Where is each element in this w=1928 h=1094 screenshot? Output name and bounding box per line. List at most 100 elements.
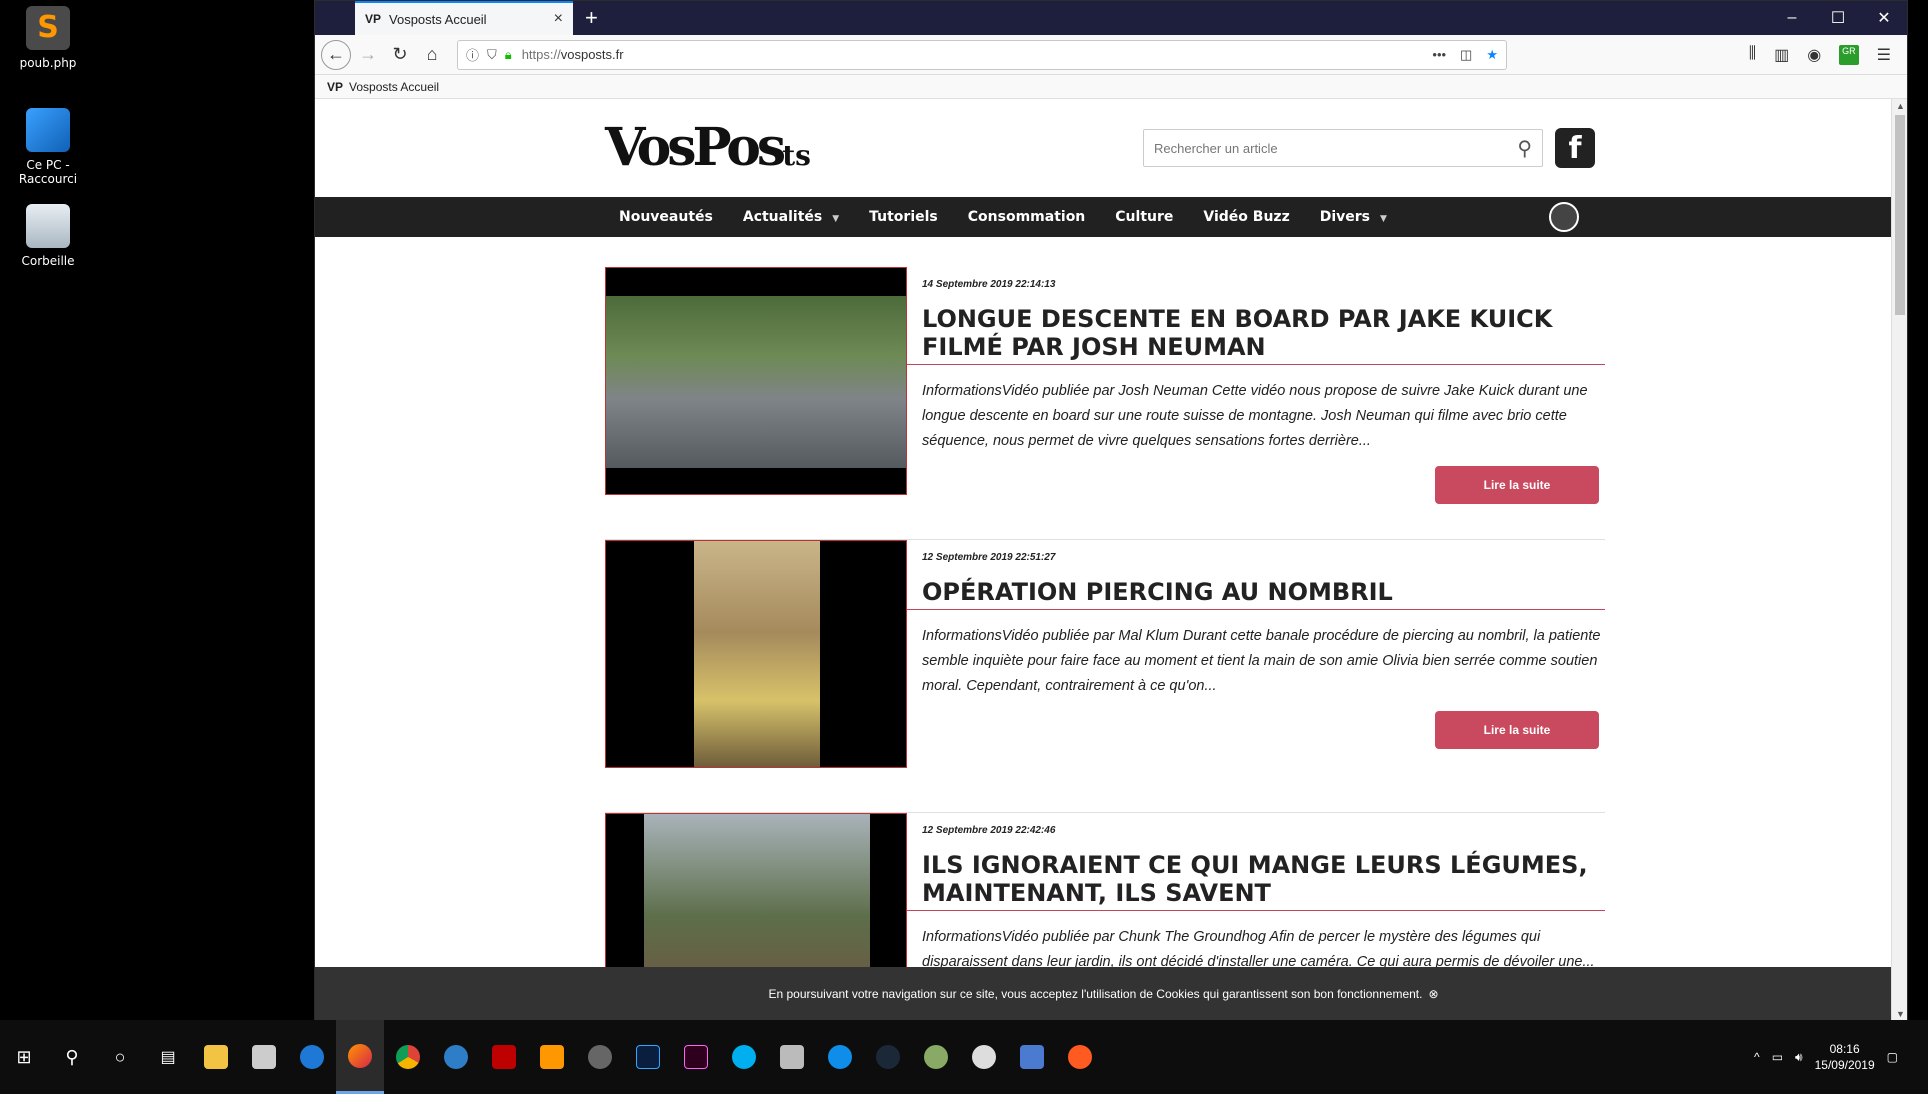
article-thumbnail[interactable] bbox=[605, 267, 907, 495]
page-content: VosPosts Rechercher un article ⚲ f Nouve… bbox=[315, 99, 1892, 1021]
computer-icon bbox=[26, 108, 70, 152]
photoshop-icon[interactable] bbox=[624, 1020, 672, 1094]
notification-icon[interactable]: ▢ bbox=[1887, 1050, 1898, 1064]
nav-item-actualites[interactable]: Actualités ▼ bbox=[743, 209, 839, 225]
bookmark-star-icon[interactable]: ★ bbox=[1486, 47, 1498, 63]
cookie-notice-text: En poursuivant votre navigation sur ce s… bbox=[768, 987, 1423, 1001]
site-logo[interactable]: VosPosts bbox=[605, 117, 811, 178]
article-card: 12 Septembre 2019 22:51:27 OPÉRATION PIE… bbox=[605, 540, 1605, 813]
lock-icon[interactable]: 🔒︎ bbox=[505, 47, 512, 63]
desktop-icon-ce-pc[interactable]: Ce PC - Raccourci bbox=[10, 108, 86, 186]
cortana-icon[interactable]: ○ bbox=[96, 1020, 144, 1094]
scrollbar-thumb[interactable] bbox=[1895, 115, 1905, 315]
menu-icon[interactable]: ☰ bbox=[1877, 45, 1891, 65]
shield-icon[interactable]: ⛉ bbox=[487, 47, 497, 63]
sidebar-icon[interactable]: ▥ bbox=[1774, 45, 1789, 65]
app-monitor-icon[interactable] bbox=[960, 1020, 1008, 1094]
maximize-icon[interactable]: ☐ bbox=[1815, 1, 1861, 35]
steam-icon[interactable] bbox=[864, 1020, 912, 1094]
app-sphere-icon[interactable] bbox=[576, 1020, 624, 1094]
pocket-icon[interactable]: ◫ bbox=[1460, 47, 1472, 63]
desktop-icon-poub[interactable]: S poub.php bbox=[10, 6, 86, 70]
search-placeholder: Rechercher un article bbox=[1154, 140, 1278, 156]
calculator-icon[interactable] bbox=[240, 1020, 288, 1094]
article-card: 14 Septembre 2019 22:14:13 LONGUE DESCEN… bbox=[605, 267, 1605, 540]
site-nav: Nouveautés Actualités ▼ Tutoriels Consomm… bbox=[315, 197, 1892, 237]
firefox-icon[interactable] bbox=[336, 1020, 384, 1094]
vosposts-favicon-icon: VP bbox=[327, 79, 344, 94]
logo-main: VosPos bbox=[605, 117, 786, 178]
system-clock[interactable]: 08:16 15/09/2019 bbox=[1815, 1041, 1875, 1073]
volume-icon[interactable]: 🔊︎ bbox=[1795, 1050, 1803, 1065]
chevron-down-icon: ▼ bbox=[832, 214, 840, 224]
reload-icon[interactable]: ↻ bbox=[385, 40, 415, 70]
extension-gr-icon[interactable]: GR bbox=[1839, 44, 1859, 65]
clock-date: 15/09/2019 bbox=[1814, 1058, 1875, 1072]
adobe-xd-icon[interactable] bbox=[672, 1020, 720, 1094]
nav-item-video-buzz[interactable]: Vidéo Buzz bbox=[1203, 209, 1289, 225]
article-date: 14 Septembre 2019 22:14:13 bbox=[922, 279, 1056, 290]
forward-arrow-icon[interactable]: → bbox=[353, 40, 383, 70]
article-date: 12 Septembre 2019 22:51:27 bbox=[922, 552, 1056, 563]
chevron-down-icon: ▼ bbox=[1380, 214, 1387, 224]
article-title[interactable]: LONGUE DESCENTE EN BOARD PAR JAKE KUICK … bbox=[922, 305, 1602, 361]
chrome-icon[interactable] bbox=[384, 1020, 432, 1094]
filezilla-icon[interactable] bbox=[480, 1020, 528, 1094]
browser-globe-icon[interactable] bbox=[432, 1020, 480, 1094]
minimize-icon[interactable]: – bbox=[1769, 1, 1815, 35]
account-icon[interactable]: ◉ bbox=[1807, 45, 1821, 65]
search-icon[interactable]: ⚲ bbox=[1517, 136, 1532, 161]
facebook-icon[interactable]: f bbox=[1555, 128, 1595, 168]
back-arrow-icon[interactable]: ← bbox=[321, 39, 351, 70]
article-title[interactable]: ILS IGNORAIENT CE QUI MANGE LEURS LÉGUME… bbox=[922, 851, 1602, 907]
info-icon[interactable]: ⓘ bbox=[466, 45, 479, 64]
user-avatar-icon[interactable] bbox=[1549, 202, 1579, 232]
nav-item-tutoriels[interactable]: Tutoriels bbox=[869, 209, 938, 225]
nav-item-nouveautes[interactable]: Nouveautés bbox=[619, 209, 713, 225]
new-tab-icon[interactable]: + bbox=[585, 5, 598, 31]
home-icon[interactable]: ⌂ bbox=[417, 40, 447, 70]
edge-icon[interactable] bbox=[288, 1020, 336, 1094]
desktop-icon-corbeille[interactable]: Corbeille bbox=[10, 204, 86, 268]
sublime-text-icon[interactable] bbox=[528, 1020, 576, 1094]
task-view-icon[interactable]: ▤ bbox=[144, 1020, 192, 1094]
tab-vosposts[interactable]: VP Vosposts Accueil × bbox=[355, 1, 573, 35]
skype-icon[interactable] bbox=[720, 1020, 768, 1094]
close-icon[interactable]: ⊗ bbox=[1428, 987, 1438, 1001]
nav-item-consommation[interactable]: Consommation bbox=[968, 209, 1086, 225]
search-icon[interactable]: ⚲ bbox=[48, 1020, 96, 1094]
read-more-button[interactable]: Lire la suite bbox=[1435, 711, 1599, 749]
scroll-up-icon[interactable]: ▲ bbox=[1896, 101, 1905, 111]
network-icon[interactable]: ▭ bbox=[1772, 1050, 1783, 1064]
search-input[interactable]: Rechercher un article ⚲ bbox=[1143, 129, 1543, 167]
chevron-up-icon[interactable]: ^ bbox=[1754, 1050, 1760, 1064]
close-tab-icon[interactable]: × bbox=[554, 10, 563, 28]
page-actions-icon[interactable]: ••• bbox=[1432, 47, 1446, 63]
scroll-down-icon[interactable]: ▼ bbox=[1896, 1009, 1905, 1019]
close-window-icon[interactable]: ✕ bbox=[1861, 1, 1907, 35]
nav-item-culture[interactable]: Culture bbox=[1115, 209, 1173, 225]
nav-item-divers[interactable]: Divers ▼ bbox=[1320, 209, 1387, 225]
file-explorer-icon[interactable] bbox=[192, 1020, 240, 1094]
cookie-banner: En poursuivant votre navigation sur ce s… bbox=[315, 967, 1892, 1021]
app-cluster-icon[interactable] bbox=[912, 1020, 960, 1094]
teamviewer-icon[interactable] bbox=[816, 1020, 864, 1094]
app-orange-icon[interactable] bbox=[1056, 1020, 1104, 1094]
vosposts-favicon-icon: VP bbox=[365, 12, 382, 26]
article-thumbnail[interactable] bbox=[605, 540, 907, 768]
title-divider bbox=[907, 364, 1605, 365]
nav-toolbar: ← → ↻ ⌂ ⓘ ⛉ 🔒︎ https:// vosposts.fr ••• … bbox=[315, 35, 1907, 75]
network-app-icon[interactable] bbox=[1008, 1020, 1056, 1094]
read-more-button[interactable]: Lire la suite bbox=[1435, 466, 1599, 504]
app-paper-icon[interactable] bbox=[768, 1020, 816, 1094]
url-bar[interactable]: ⓘ ⛉ 🔒︎ https:// vosposts.fr ••• ◫ ★ bbox=[457, 39, 1507, 70]
article-title[interactable]: OPÉRATION PIERCING AU NOMBRIL bbox=[922, 578, 1602, 606]
library-icon[interactable]: ⫼ bbox=[1749, 45, 1756, 65]
title-divider bbox=[907, 910, 1605, 911]
title-divider bbox=[907, 609, 1605, 610]
bookmarks-bar: VP Vosposts Accueil bbox=[315, 75, 1907, 99]
bookmark-vosposts[interactable]: Vosposts Accueil bbox=[349, 80, 439, 94]
page-scrollbar[interactable]: ▲ ▼ bbox=[1891, 99, 1907, 1021]
windows-start-icon[interactable]: ⊞ bbox=[0, 1047, 48, 1068]
sublime-text-icon: S bbox=[26, 6, 70, 50]
